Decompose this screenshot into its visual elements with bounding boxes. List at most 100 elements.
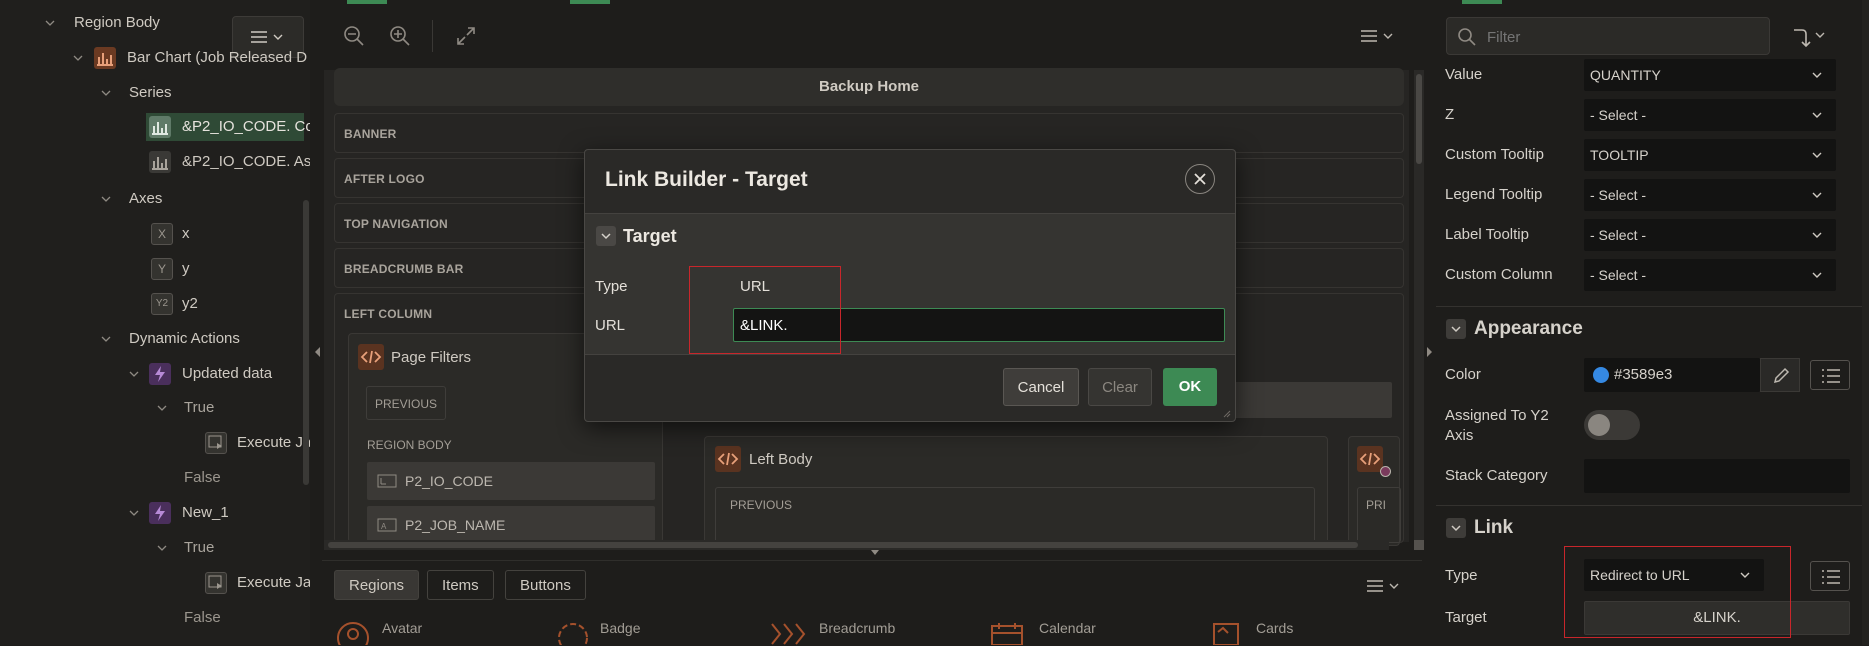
- tree-node-bar-chart[interactable]: Bar Chart (Job Released D: [0, 44, 307, 72]
- stack-category-input[interactable]: [1584, 459, 1850, 493]
- section-appearance[interactable]: Appearance: [1436, 306, 1866, 351]
- collapse-right-icon[interactable]: [1426, 346, 1434, 358]
- gallery-tab-items[interactable]: Items: [427, 570, 494, 600]
- chevron-down-icon[interactable]: [101, 88, 111, 98]
- filter-input[interactable]: [1485, 26, 1759, 48]
- chevron-down-icon[interactable]: [45, 18, 55, 28]
- eyedropper-icon: [1773, 367, 1790, 384]
- layout-menu-icon[interactable]: [1360, 28, 1398, 44]
- tree-node-series[interactable]: Series: [0, 79, 300, 107]
- tree-node-new-1[interactable]: New_1: [0, 499, 300, 527]
- region-right-stub[interactable]: PRI: [1348, 436, 1401, 546]
- active-tab-indicator: [1462, 0, 1502, 4]
- clear-button[interactable]: Clear: [1088, 368, 1152, 406]
- tree-node-series-2[interactable]: &P2_IO_CODE. As: [146, 148, 310, 176]
- collapse-left-icon[interactable]: [313, 346, 321, 358]
- prop-select-z[interactable]: - Select -: [1584, 99, 1836, 131]
- property-scrollbar[interactable]: [1862, 0, 1869, 645]
- assigned-y2-toggle[interactable]: [1584, 410, 1640, 440]
- link-list-button[interactable]: [1810, 561, 1850, 591]
- tree-scrollbar[interactable]: [303, 200, 309, 485]
- prop-select-legend-tooltip[interactable]: - Select -: [1584, 179, 1836, 211]
- tree-node-false-2[interactable]: False: [0, 604, 300, 632]
- prop-select-label-tooltip[interactable]: - Select -: [1584, 219, 1836, 251]
- chevron-down-icon[interactable]: [101, 334, 111, 344]
- chevron-down-icon: [1812, 192, 1822, 198]
- zoom-in-icon[interactable]: [388, 24, 412, 48]
- expand-icon[interactable]: [454, 24, 478, 48]
- page-title-bar: Backup Home: [334, 68, 1404, 106]
- gallery-tab-buttons[interactable]: Buttons: [505, 570, 586, 600]
- axis-x-icon: X: [151, 223, 173, 245]
- color-picker-button[interactable]: [1760, 358, 1800, 392]
- canvas-vertical-scrollbar[interactable]: [1414, 70, 1424, 540]
- tree-node-execute-js[interactable]: Execute Ja: [0, 429, 310, 457]
- execute-action-icon: [205, 572, 227, 594]
- avatar-icon: [337, 622, 369, 645]
- previous-label: PREVIOUS: [375, 397, 438, 411]
- chevron-down-icon[interactable]: [157, 403, 167, 413]
- resize-handle-icon[interactable]: [1221, 408, 1231, 418]
- type-label: Type: [595, 278, 628, 295]
- previous-slot[interactable]: PRI: [1357, 487, 1401, 543]
- gallery-menu-icon[interactable]: [1366, 578, 1404, 594]
- tree-node-true-2[interactable]: True: [0, 534, 300, 562]
- prop-select-custom-column[interactable]: - Select -: [1584, 259, 1836, 291]
- scroll-corner: [1414, 540, 1424, 550]
- tree-node-updated-data[interactable]: Updated data: [0, 360, 300, 388]
- prop-label-value: Value: [1445, 66, 1483, 83]
- tree-node-axis-y2[interactable]: Y2 y2: [146, 290, 304, 318]
- tree-node-series-1-selected[interactable]: &P2_IO_CODE. Co: [146, 113, 310, 141]
- region-left-body[interactable]: Left Body PREVIOUS: [704, 436, 1328, 546]
- gallery-item-breadcrumb[interactable]: Breadcrumb: [819, 620, 895, 636]
- zoom-out-icon[interactable]: [342, 24, 366, 48]
- gallery-item-calendar[interactable]: Calendar: [1039, 620, 1096, 636]
- section-link[interactable]: Link: [1436, 505, 1866, 550]
- tree-node-dynamic-actions[interactable]: Dynamic Actions: [0, 325, 300, 353]
- chevron-down-icon[interactable]: [101, 194, 111, 204]
- tree-node-false[interactable]: False: [0, 464, 300, 492]
- tree-node-axes[interactable]: Axes: [0, 185, 300, 213]
- tree-node-axis-y[interactable]: Y y: [146, 255, 304, 283]
- chevron-down-icon[interactable]: [73, 53, 83, 63]
- lightning-icon: [149, 502, 171, 524]
- page-item-io-code[interactable]: P2_IO_CODE: [367, 462, 655, 500]
- page-item-job-name[interactable]: A P2_JOB_NAME: [367, 506, 655, 544]
- section-toggle[interactable]: [596, 226, 616, 246]
- position-banner[interactable]: BANNER: [334, 113, 1404, 153]
- go-to-group-icon[interactable]: [1788, 20, 1828, 52]
- gallery-item-avatar[interactable]: Avatar: [382, 620, 422, 636]
- tree-node-execute-js-2[interactable]: Execute Ja: [0, 569, 310, 597]
- prop-label-custom-tooltip: Custom Tooltip: [1445, 146, 1544, 163]
- dialog-body: Target Type URL URL: [585, 213, 1235, 355]
- splitter-down-icon[interactable]: [870, 550, 880, 556]
- close-button[interactable]: [1185, 164, 1215, 194]
- toggle-knob: [1588, 414, 1610, 436]
- tree-node-label: y: [182, 260, 190, 277]
- status-dot: [1380, 466, 1391, 477]
- color-input[interactable]: #3589e3: [1584, 358, 1760, 392]
- gallery-item-cards[interactable]: Cards: [1256, 620, 1293, 636]
- color-list-button[interactable]: [1810, 360, 1850, 390]
- tree-node-label: True: [184, 399, 215, 416]
- active-tab-indicator: [570, 0, 610, 4]
- chevron-down-icon[interactable]: [157, 543, 167, 553]
- cancel-button[interactable]: Cancel: [1003, 368, 1079, 406]
- previous-slot[interactable]: PREVIOUS: [366, 386, 446, 420]
- tree-node-axis-x[interactable]: X x: [146, 220, 304, 248]
- prop-select-custom-tooltip[interactable]: TOOLTIP: [1584, 139, 1836, 171]
- tree-node-true[interactable]: True: [0, 394, 300, 422]
- section-toggle[interactable]: [1446, 518, 1466, 538]
- section-toggle[interactable]: [1446, 319, 1466, 339]
- chevron-down-icon: [1812, 272, 1822, 278]
- prop-select-value[interactable]: QUANTITY: [1584, 59, 1836, 91]
- chevron-down-icon[interactable]: [129, 508, 139, 518]
- canvas-horizontal-scrollbar[interactable]: [324, 540, 1389, 550]
- property-filter[interactable]: [1446, 17, 1770, 55]
- lightning-icon: [149, 363, 171, 385]
- chevron-down-icon[interactable]: [129, 369, 139, 379]
- gallery-tab-regions[interactable]: Regions: [334, 570, 420, 600]
- previous-slot[interactable]: PREVIOUS: [715, 487, 1315, 543]
- ok-button[interactable]: OK: [1163, 368, 1217, 406]
- gallery-item-badge[interactable]: Badge: [600, 620, 640, 636]
